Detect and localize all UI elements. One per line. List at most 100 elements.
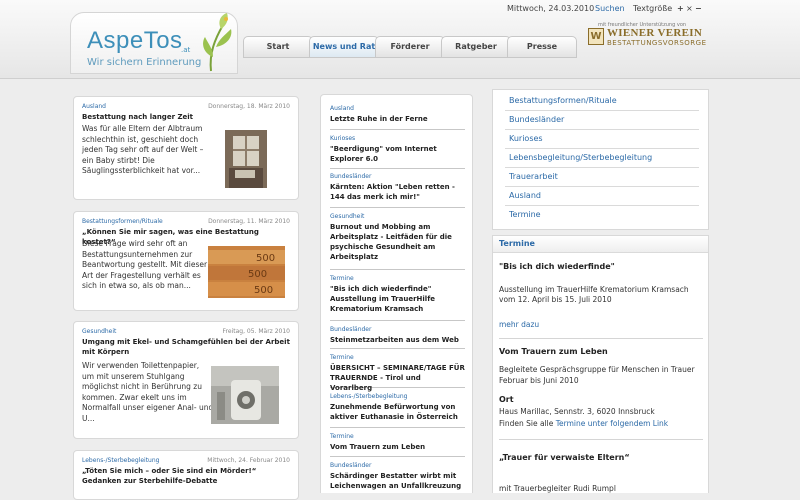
category-divider: [505, 205, 699, 206]
teaser-line: ein Baby stirbt! Die: [82, 155, 155, 165]
news-title[interactable]: Kärnten: Aktion "Leben retten - 144 das …: [330, 182, 465, 202]
find-all-link[interactable]: Termine unter folgendem Link: [556, 419, 668, 428]
category-list: Bestattungsformen/Rituale Bundesländer K…: [492, 89, 709, 230]
tab-ratgeber[interactable]: Ratgeber: [441, 36, 511, 58]
teaser-line: Beantwortung gestellt. Mit dieser: [82, 260, 208, 269]
category-divider: [505, 167, 699, 168]
category-link-lebensbegleitung[interactable]: Lebensbegleitung/Sterbebegleitung: [509, 153, 652, 162]
site-logo[interactable]: AspeTos .at Wir sichern Erinnerung: [70, 12, 238, 74]
sponsor-logo[interactable]: mit freundlicher Unterstützung von W WIE…: [588, 22, 708, 52]
category-link-ausland[interactable]: Ausland: [509, 191, 541, 200]
teaser-line: U...: [82, 413, 95, 423]
news-category[interactable]: Gesundheit: [330, 213, 465, 221]
tab-start[interactable]: Start: [243, 36, 313, 58]
article-date: Mittwoch, 24. Februar 2010: [207, 457, 290, 464]
teaser-line: Diese Frage wird sehr oft an: [82, 239, 188, 248]
news-title[interactable]: Schärdinger Bestatter wirbt mit Leichenw…: [330, 471, 465, 491]
category-divider: [505, 186, 699, 187]
teaser-line: Art der Fragestellung verhält es: [82, 270, 201, 280]
article-category[interactable]: Lebens-/Sterbebegleitung: [82, 457, 159, 464]
category-link-bestattungsformen[interactable]: Bestattungsformen/Rituale: [509, 96, 617, 105]
news-title[interactable]: Burnout und Mobbing am Arbeitsplatz - Le…: [330, 222, 465, 262]
article-card[interactable]: Gesundheit Freitag, 05. März 2010 Umgang…: [73, 321, 299, 439]
category-divider: [505, 110, 699, 111]
article-teaser: Was für alle Eltern der Albtraum schlech…: [82, 124, 203, 177]
article-teaser: Diese Frage wird sehr oft an Bestattungs…: [82, 239, 207, 292]
news-item[interactable]: Bundesländer Kärnten: Aktion "Leben rett…: [330, 173, 465, 208]
event-title[interactable]: "Bis ich dich wiederfinde": [499, 261, 615, 272]
news-category[interactable]: Termine: [330, 354, 465, 362]
news-category[interactable]: Bundesländer: [330, 462, 465, 470]
news-title[interactable]: "Beerdigung" vom Internet Explorer 6.0: [330, 144, 465, 164]
event-divider: [499, 338, 703, 339]
article-title[interactable]: „Töten Sie mich – oder Sie sind ein Mörd…: [82, 466, 292, 486]
teaser-line: möglichst nicht in Berührung zu: [82, 382, 202, 391]
category-link-kurioses[interactable]: Kurioses: [509, 134, 543, 143]
article-card[interactable]: Bestattungsformen/Rituale Donnerstag, 11…: [73, 211, 299, 311]
svg-text:500: 500: [256, 253, 275, 264]
category-link-bundeslaender[interactable]: Bundesländer: [509, 115, 564, 124]
textsize-decrease-button[interactable]: −: [695, 4, 702, 13]
textsize-increase-button[interactable]: +: [677, 4, 684, 13]
logo-domain-suffix: .at: [181, 46, 191, 54]
article-card[interactable]: Ausland Donnerstag, 18. März 2010 Bestat…: [73, 96, 299, 200]
tab-news-und-rat[interactable]: News und Rat: [309, 36, 379, 58]
article-image-window[interactable]: [225, 130, 267, 188]
category-link-termine[interactable]: Termine: [509, 210, 541, 219]
sponsor-name: WIENER VEREIN: [607, 27, 703, 39]
news-category[interactable]: Ausland: [330, 105, 465, 113]
category-divider: [505, 148, 699, 149]
event-more-link[interactable]: mehr dazu: [499, 319, 539, 330]
teaser-line: kommen. Zwar ekelt uns im: [82, 392, 187, 402]
tab-presse[interactable]: Presse: [507, 36, 577, 58]
news-item[interactable]: Termine ÜBERSICHT – SEMINARE/TAGE FÜR TR…: [330, 354, 465, 392]
teaser-line: Bestattungsunternehmen zur: [82, 249, 193, 259]
news-category[interactable]: Termine: [330, 433, 465, 441]
news-title[interactable]: Letzte Ruhe in der Ferne: [330, 114, 465, 124]
search-link[interactable]: Suchen: [595, 4, 625, 13]
teaser-line: Säuglingssterblichkeit hat vor...: [82, 166, 201, 175]
article-category[interactable]: Ausland: [82, 103, 106, 110]
article-category[interactable]: Bestattungsformen/Rituale: [82, 218, 163, 225]
event-title[interactable]: Vom Trauern zum Leben: [499, 346, 608, 357]
news-item[interactable]: Ausland Letzte Ruhe in der Ferne: [330, 105, 465, 130]
news-item[interactable]: Lebens-/Sterbebegleitung Zunehmende Befü…: [330, 393, 465, 428]
news-item[interactable]: Kurioses "Beerdigung" vom Internet Explo…: [330, 135, 465, 169]
site-header: AspeTos .at Wir sichern Erinnerung Start…: [0, 0, 800, 79]
tab-foerderer[interactable]: Förderer: [375, 36, 445, 58]
article-date: Donnerstag, 18. März 2010: [208, 103, 290, 110]
category-link-trauerarbeit[interactable]: Trauerarbeit: [509, 172, 558, 181]
article-category[interactable]: Gesundheit: [82, 328, 116, 335]
news-item[interactable]: Termine Vom Trauern zum Leben: [330, 433, 465, 457]
news-title[interactable]: ÜBERSICHT – SEMINARE/TAGE FÜR TRAUERNDE …: [330, 363, 465, 393]
news-title[interactable]: Vom Trauern zum Leben: [330, 442, 465, 452]
article-image-bathroom[interactable]: [211, 366, 279, 424]
article-date: Donnerstag, 11. März 2010: [208, 218, 290, 225]
news-title[interactable]: Zunehmende Befürwortung von aktiver Euth…: [330, 402, 465, 422]
news-item[interactable]: Bundesländer Steinmetzarbeiten aus dem W…: [330, 326, 465, 349]
article-title[interactable]: Umgang mit Ekel- und Schamgefühlen bei d…: [82, 337, 292, 357]
svg-text:500: 500: [248, 269, 267, 280]
teaser-line: Normalfall unser eigener Anal- und: [82, 403, 214, 412]
termine-title: Termine: [499, 239, 535, 248]
event-location-label: Ort: [499, 395, 514, 404]
textsize-reset-button[interactable]: ×: [686, 4, 693, 13]
news-category[interactable]: Kurioses: [330, 135, 465, 143]
news-title[interactable]: "Bis ich dich wiederfinde" Ausstellung i…: [330, 284, 465, 314]
event-title[interactable]: „Trauer für verwaiste Eltern“: [499, 452, 630, 463]
event-date-range: vom 12. April bis 15. Juli 2010: [499, 295, 612, 304]
logo-wordmark: AspeTos: [87, 27, 183, 54]
news-category[interactable]: Lebens-/Sterbebegleitung: [330, 393, 465, 401]
event-find-all: Finden Sie alle Termine unter folgendem …: [499, 418, 668, 429]
event-date-range: Februar bis Juni 2010: [499, 376, 579, 385]
news-title[interactable]: Steinmetzarbeiten aus dem Web: [330, 335, 465, 345]
news-item[interactable]: Termine "Bis ich dich wiederfinde" Ausst…: [330, 275, 465, 321]
news-category[interactable]: Termine: [330, 275, 465, 283]
news-item[interactable]: Bundesländer Schärdinger Bestatter wirbt…: [330, 462, 465, 493]
article-date: Freitag, 05. März 2010: [222, 328, 290, 335]
news-category[interactable]: Bundesländer: [330, 173, 465, 181]
news-category[interactable]: Bundesländer: [330, 326, 465, 334]
article-title[interactable]: Bestattung nach langer Zeit: [82, 112, 292, 122]
article-image-banknotes[interactable]: 500 500 500: [208, 246, 285, 298]
news-item[interactable]: Gesundheit Burnout und Mobbing am Arbeit…: [330, 213, 465, 270]
